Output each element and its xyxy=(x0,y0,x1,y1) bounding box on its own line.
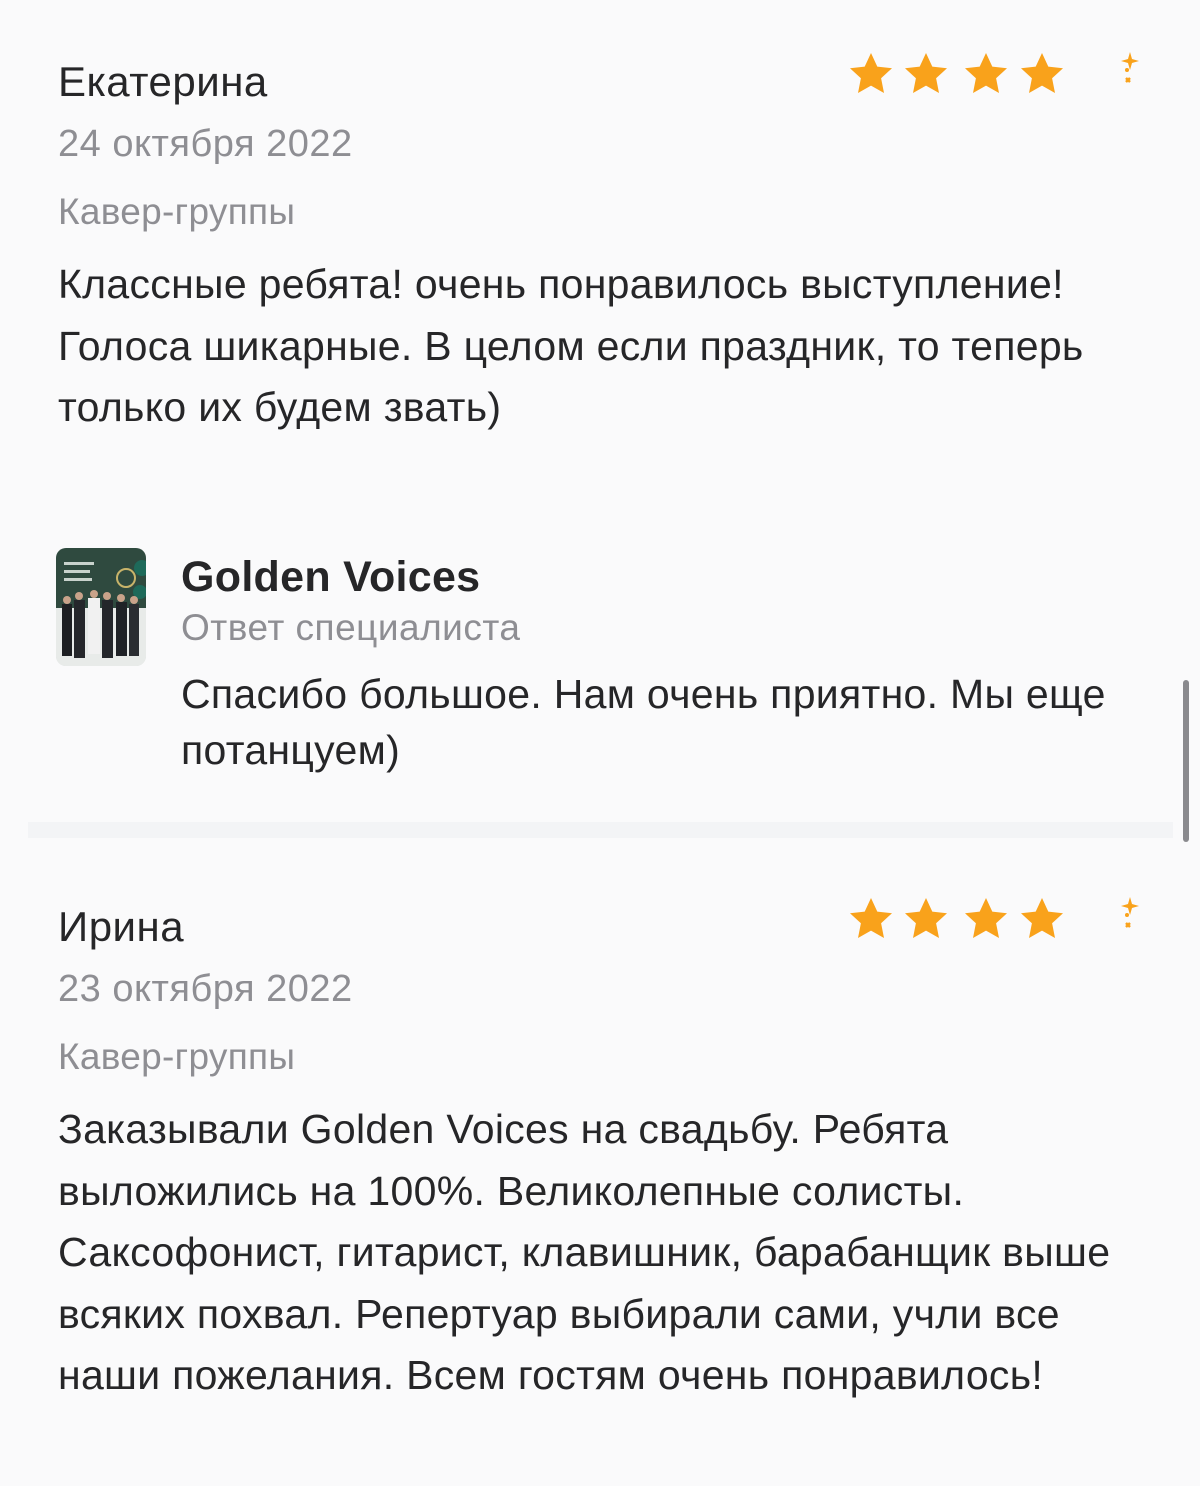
specialist-reply: Golden Voices Ответ специалиста Спасибо … xyxy=(0,530,1200,830)
star-full-icon xyxy=(905,898,947,938)
star-full-icon xyxy=(965,898,1007,938)
reply-author-name: Golden Voices xyxy=(181,553,481,601)
review-author: Екатерина xyxy=(58,58,268,105)
avatar-photo-icon xyxy=(56,548,146,666)
star-full-icon xyxy=(905,53,947,93)
star-full-icon xyxy=(1021,898,1063,938)
reply-text: Спасибо большое. Нам очень приятно. Мы е… xyxy=(181,671,1106,773)
review-date: 24 октября 2022 xyxy=(58,123,353,165)
rating-stars xyxy=(845,893,1155,945)
review-text: Заказывали Golden Voices на свадьбу. Реб… xyxy=(58,1106,1111,1398)
review-author: Ирина xyxy=(58,903,185,950)
star-full-icon xyxy=(850,53,892,93)
star-full-icon xyxy=(850,898,892,938)
review-divider xyxy=(28,822,1173,838)
star-half-icon xyxy=(1076,52,1139,93)
star-half-icon xyxy=(1076,897,1139,938)
review-date: 23 октября 2022 xyxy=(58,968,353,1010)
review-category: Кавер-группы xyxy=(58,1036,296,1077)
star-rating-icon xyxy=(850,52,1139,93)
rating-stars xyxy=(845,48,1155,100)
star-full-icon xyxy=(965,53,1007,93)
scrollbar-thumb[interactable] xyxy=(1183,680,1189,842)
review-category: Кавер-группы xyxy=(58,191,296,232)
review-text: Классные ребята! очень понравилось высту… xyxy=(58,261,1084,430)
reply-author-role: Ответ специалиста xyxy=(181,607,521,648)
star-full-icon xyxy=(1021,53,1063,93)
group-photo-avatar[interactable] xyxy=(56,548,146,666)
star-rating-icon xyxy=(850,897,1139,938)
